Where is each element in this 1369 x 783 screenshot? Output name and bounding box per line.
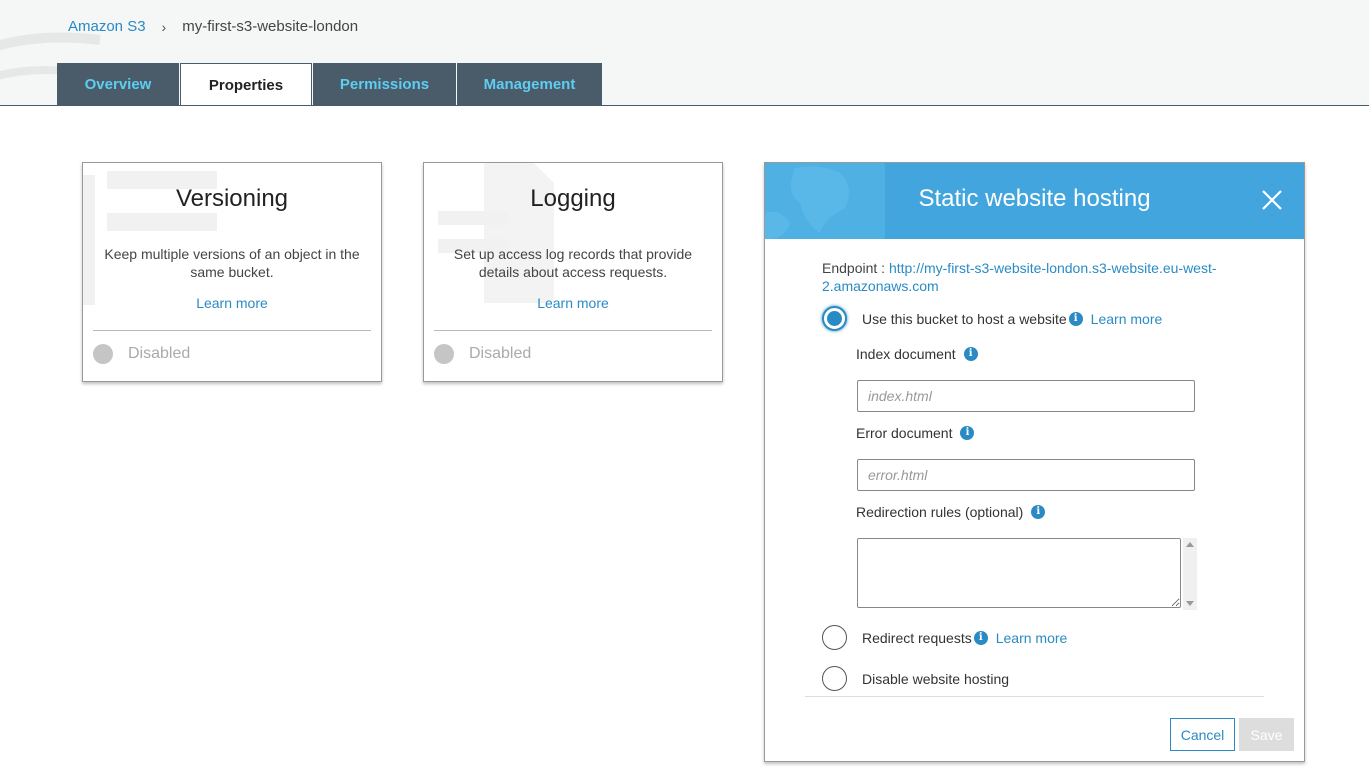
redirection-rules-label-text: Redirection rules (optional) <box>856 504 1024 520</box>
static-website-hosting-panel: Static website hosting Endpoint : http:/… <box>764 162 1305 762</box>
scroll-down-icon[interactable] <box>1186 601 1194 606</box>
breadcrumb-current: my-first-s3-website-london <box>182 18 359 35</box>
card-description: Keep multiple versions of an object in t… <box>104 246 360 280</box>
versioning-card[interactable]: Versioning Keep multiple versions of an … <box>82 162 382 382</box>
info-icon[interactable]: i <box>1068 311 1083 326</box>
endpoint-label: Endpoint : <box>822 260 886 276</box>
card-status: Disabled <box>93 344 190 364</box>
card-divider <box>93 330 371 331</box>
scroll-up-icon[interactable] <box>1186 542 1194 547</box>
index-document-label-text: Index document <box>856 346 956 362</box>
tab-management[interactable]: Management <box>457 63 602 105</box>
option-disable-hosting: Disable website hosting <box>822 666 1009 691</box>
error-document-input[interactable] <box>857 459 1195 491</box>
learn-more-link[interactable]: Learn more <box>424 295 722 311</box>
close-icon[interactable] <box>1260 188 1284 212</box>
tab-properties[interactable]: Properties <box>180 63 312 105</box>
learn-more-link[interactable]: Learn more <box>996 630 1068 646</box>
textarea-scrollbar[interactable] <box>1183 538 1197 610</box>
tab-overview[interactable]: Overview <box>57 63 179 105</box>
redirection-rules-label: Redirection rules (optional) i <box>856 504 1046 520</box>
endpoint-info: Endpoint : http://my-first-s3-website-lo… <box>822 259 1242 295</box>
info-icon[interactable]: i <box>1031 505 1046 519</box>
card-status: Disabled <box>434 344 531 364</box>
breadcrumb: Amazon S3 › my-first-s3-website-london <box>68 18 358 35</box>
learn-more-link[interactable]: Learn more <box>83 295 381 311</box>
error-document-label: Error document i <box>856 425 975 441</box>
status-text: Disabled <box>469 345 532 362</box>
card-title: Logging <box>530 185 616 212</box>
redirect-requests-radio[interactable] <box>822 625 847 650</box>
save-button[interactable]: Save <box>1239 718 1294 751</box>
status-indicator <box>93 344 113 364</box>
redirect-requests-label: Redirect requests <box>862 629 972 646</box>
tab-permissions[interactable]: Permissions <box>313 63 456 105</box>
cancel-button[interactable]: Cancel <box>1170 718 1235 751</box>
info-icon[interactable]: i <box>960 426 975 440</box>
status-indicator <box>434 344 454 364</box>
card-title: Versioning <box>175 185 289 212</box>
top-bar: Amazon S3 › my-first-s3-website-london O… <box>0 0 1369 106</box>
disable-hosting-radio[interactable] <box>822 666 847 691</box>
host-website-label: Use this bucket to host a website <box>862 310 1067 327</box>
redirection-rules-textarea[interactable] <box>857 538 1181 608</box>
learn-more-link[interactable]: Learn more <box>1091 311 1163 327</box>
disable-hosting-label: Disable website hosting <box>862 670 1010 687</box>
panel-header: Static website hosting <box>765 163 1304 239</box>
index-document-input[interactable] <box>857 380 1195 412</box>
panel-title: Static website hosting <box>918 185 1151 212</box>
card-description: Set up access log records that provide d… <box>453 246 693 280</box>
info-icon[interactable]: i <box>963 347 978 361</box>
index-document-label: Index document i <box>856 346 978 362</box>
option-redirect-requests: Redirect requests i Learn more <box>822 625 1067 650</box>
redirection-rules-wrapper <box>857 538 1197 610</box>
breadcrumb-root-link[interactable]: Amazon S3 <box>68 18 146 35</box>
option-host-website: Use this bucket to host a website i Lear… <box>822 306 1162 331</box>
tab-bar: Overview Properties Permissions Manageme… <box>57 63 603 105</box>
info-icon[interactable]: i <box>973 630 988 645</box>
status-text: Disabled <box>128 345 191 362</box>
logging-card[interactable]: Logging Set up access log records that p… <box>423 162 723 382</box>
chevron-right-icon: › <box>161 18 167 35</box>
error-document-label-text: Error document <box>856 425 953 441</box>
host-website-radio[interactable] <box>822 306 847 331</box>
card-divider <box>434 330 712 331</box>
footer-divider <box>805 696 1264 697</box>
